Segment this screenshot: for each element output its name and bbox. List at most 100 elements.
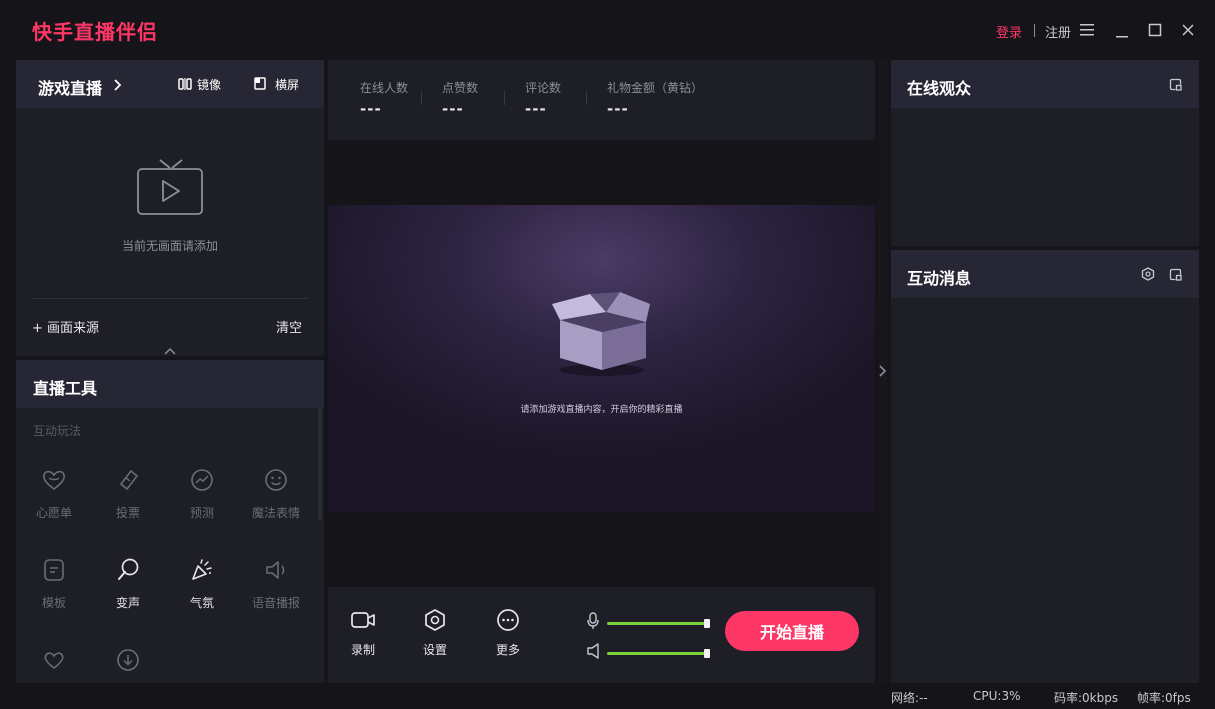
online-viewers-panel: 在线观众 <box>891 60 1199 246</box>
menu-icon[interactable] <box>1080 24 1094 36</box>
speaker-volume-knob[interactable] <box>704 649 710 658</box>
stat-label: 在线人数 <box>360 81 409 95</box>
wishlist-heart-icon <box>43 470 65 491</box>
tool-wishlist[interactable]: 心愿单 <box>17 468 91 521</box>
live-tools-header: 直播工具 <box>16 360 324 408</box>
stat-label: 礼物金额（黄钻） <box>607 81 704 95</box>
empty-source-text: 当前无画面请添加 <box>121 239 218 253</box>
landscape-button[interactable]: 横屏 <box>275 76 299 93</box>
more-dots-icon <box>497 609 519 631</box>
online-viewers-header: 在线观众 <box>891 60 1199 108</box>
login-link[interactable]: 登录 <box>996 22 1022 41</box>
speaker-icon[interactable] <box>587 643 601 659</box>
microphone-icon[interactable] <box>587 612 599 630</box>
record-camera-icon <box>351 612 375 628</box>
stat-value: --- <box>360 100 382 118</box>
maximize-icon[interactable] <box>1148 23 1162 37</box>
live-tools-title: 直播工具 <box>33 379 98 398</box>
mirror-button[interactable]: 镜像 <box>197 76 221 93</box>
tv-play-icon <box>137 159 203 215</box>
mic-volume-track[interactable] <box>607 622 707 625</box>
stat-likes: 点赞数 --- <box>442 79 478 118</box>
tool-label: 语音播报 <box>251 596 300 610</box>
tool-template[interactable]: 模板 <box>17 558 91 611</box>
network-status: 网络:-- <box>891 691 928 705</box>
clear-button[interactable]: 清空 <box>276 317 302 336</box>
party-popper-icon <box>192 559 212 580</box>
stat-label: 点赞数 <box>442 81 479 95</box>
tool-prediction[interactable]: 预测 <box>165 468 239 521</box>
popout-icon[interactable] <box>1169 78 1182 91</box>
cpu-status: CPU:3% <box>973 689 1021 703</box>
online-viewers-title: 在线观众 <box>907 79 972 98</box>
tools-scrollbar[interactable] <box>318 408 322 520</box>
divider <box>32 298 308 299</box>
chevron-right-icon[interactable] <box>877 364 887 378</box>
app-title: 快手直播伴侣 <box>32 20 158 44</box>
speaker-icon <box>266 561 285 579</box>
stat-label: 评论数 <box>525 81 562 95</box>
title-bar: 快手直播伴侣 登录 注册 <box>0 0 1215 60</box>
tool-label: 变声 <box>115 596 140 610</box>
stat-gifts: 礼物金额（黄钻） --- <box>607 79 703 118</box>
voice-change-icon <box>118 558 139 580</box>
interactive-play-label: 互动玩法 <box>33 424 82 438</box>
live-tools-panel: 直播工具 互动玩法 心愿单 投票 预测 魔法表情 模板 变声 气氛 语音播报 <box>16 360 324 683</box>
empty-box-icon <box>552 292 650 376</box>
tool-magic-face[interactable]: 魔法表情 <box>239 468 313 521</box>
mirror-icon[interactable] <box>178 78 192 90</box>
status-bar: 网络:-- CPU:3% 码率:0kbps 帧率:0fps <box>0 683 1215 709</box>
preview-canvas: 请添加游戏直播内容，开启你的精彩直播 <box>328 205 875 512</box>
fps-status: 帧率:0fps <box>1137 691 1191 705</box>
stat-separator <box>586 91 587 105</box>
interaction-messages-panel: 互动消息 <box>891 250 1199 683</box>
title-separator <box>1034 24 1035 37</box>
bitrate-status: 码率:0kbps <box>1054 691 1119 705</box>
tool-more-1[interactable] <box>17 648 91 672</box>
close-icon[interactable] <box>1181 23 1195 37</box>
tool-label: 心愿单 <box>35 506 72 520</box>
register-link[interactable]: 注册 <box>1045 22 1071 41</box>
settings-button[interactable]: 设置 <box>410 609 460 658</box>
tool-label: 投票 <box>115 506 140 520</box>
heart-icon <box>44 652 64 670</box>
interaction-messages-header: 互动消息 <box>891 250 1199 298</box>
chevron-right-icon[interactable] <box>112 78 122 92</box>
more-label: 更多 <box>495 643 520 657</box>
mic-volume-knob[interactable] <box>704 619 710 628</box>
record-button[interactable]: 录制 <box>338 609 388 658</box>
add-source-button[interactable]: + 画面来源 <box>32 317 99 336</box>
control-bar: 录制 设置 更多 开始直播 <box>328 587 875 683</box>
speaker-volume-track[interactable] <box>607 652 707 655</box>
game-live-panel: 游戏直播 镜像 横屏 当前无画面请添加 + 画面来源 清空 <box>16 60 324 356</box>
tool-voice-change[interactable]: 变声 <box>91 558 165 611</box>
tool-atmosphere[interactable]: 气氛 <box>165 558 239 611</box>
tool-label: 模板 <box>41 596 66 610</box>
tool-voice-broadcast[interactable]: 语音播报 <box>239 558 313 611</box>
chevron-up-icon[interactable] <box>164 347 176 355</box>
prediction-chart-icon <box>191 469 213 491</box>
stats-bar: 在线人数 --- 点赞数 --- 评论数 --- 礼物金额（黄钻） --- <box>328 60 875 140</box>
popout-icon[interactable] <box>1169 268 1182 281</box>
preview-hint: 请添加游戏直播内容，开启你的精彩直播 <box>520 405 683 415</box>
stat-online: 在线人数 --- <box>360 79 408 118</box>
start-live-button[interactable]: 开始直播 <box>725 611 859 651</box>
settings-hexagon-icon <box>425 609 445 631</box>
stat-separator <box>504 91 505 105</box>
tool-label: 魔法表情 <box>251 506 300 520</box>
tool-vote[interactable]: 投票 <box>91 468 165 521</box>
stat-separator <box>421 91 422 105</box>
minimize-icon[interactable] <box>1115 24 1129 38</box>
interaction-messages-title: 互动消息 <box>907 269 972 288</box>
tool-more-2[interactable] <box>91 648 165 672</box>
template-icon <box>44 559 64 581</box>
landscape-icon[interactable] <box>254 77 266 90</box>
settings-hexagon-icon[interactable] <box>1141 267 1155 281</box>
game-live-header: 游戏直播 镜像 横屏 <box>16 60 324 108</box>
magic-face-icon <box>265 469 287 491</box>
settings-label: 设置 <box>422 643 447 657</box>
game-live-title[interactable]: 游戏直播 <box>38 75 102 99</box>
more-button[interactable]: 更多 <box>483 609 533 658</box>
stat-value: --- <box>442 100 464 118</box>
stat-value: --- <box>525 100 547 118</box>
